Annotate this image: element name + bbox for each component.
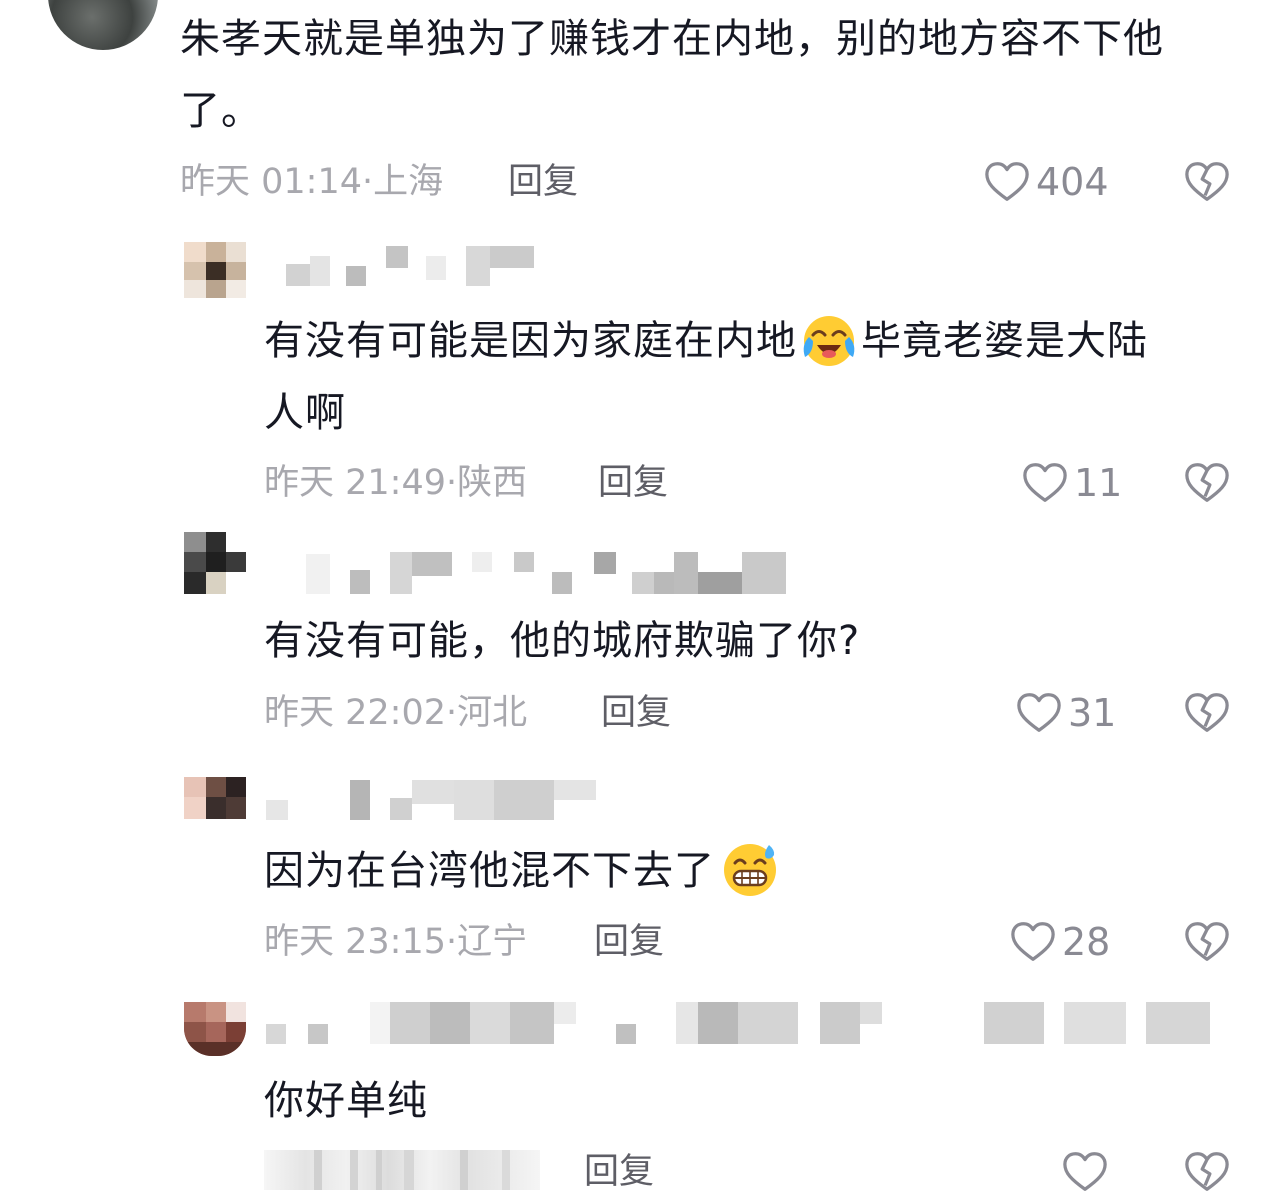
- username-redacted[interactable]: [306, 548, 786, 594]
- heart-outline-icon: [1063, 1152, 1107, 1191]
- comment-text: 有没有可能，他的城府欺骗了你?: [264, 618, 861, 664]
- comment-time: 昨天 23:15: [264, 922, 446, 962]
- like-button[interactable]: 31: [1016, 689, 1116, 737]
- comment-location: 河北: [457, 693, 528, 733]
- comment-meta: 昨天 21:49·陕西: [264, 463, 528, 503]
- comment-time: 昨天 01:14: [180, 162, 362, 202]
- comment-text: 朱孝天就是单独为了赚钱才在内地，别的地方容不下他: [180, 16, 1164, 62]
- grinning-sweat-emoji-icon: [724, 844, 776, 896]
- comment-text: 有没有可能是因为家庭在内地 毕竟老婆是大陆: [264, 306, 1148, 376]
- reply-button[interactable]: 回复: [508, 160, 578, 204]
- comment-time: 昨天 22:02: [264, 693, 446, 733]
- like-count: 11: [1074, 461, 1123, 505]
- like-button[interactable]: 11: [1022, 459, 1122, 507]
- comment-time: 昨天 21:49: [264, 463, 446, 503]
- comment-location: 陕西: [457, 463, 528, 503]
- like-count: 28: [1062, 920, 1111, 964]
- avatar[interactable]: [184, 777, 246, 819]
- broken-heart-icon[interactable]: [1184, 461, 1230, 505]
- heart-outline-icon: [1011, 922, 1055, 961]
- comment-location: 辽宁: [457, 922, 528, 962]
- reply-button[interactable]: 回复: [598, 461, 668, 505]
- heart-outline-icon: [1017, 693, 1061, 732]
- broken-heart-icon[interactable]: [1184, 691, 1230, 735]
- avatar[interactable]: [184, 532, 246, 594]
- reply-button[interactable]: 回复: [601, 691, 671, 735]
- avatar[interactable]: [184, 242, 246, 298]
- comment-text-continued: 了。: [180, 88, 262, 134]
- comment-location: 上海: [373, 162, 444, 202]
- broken-heart-icon[interactable]: [1184, 160, 1230, 204]
- comment-meta-redacted: [264, 1150, 540, 1190]
- comment-meta: 昨天 22:02·河北: [264, 693, 528, 733]
- like-button[interactable]: 404: [984, 158, 1109, 206]
- comment-text: 你好单纯: [264, 1078, 428, 1124]
- comment-text-continued: 人啊: [264, 390, 346, 436]
- like-button[interactable]: [1062, 1148, 1108, 1196]
- comment-meta: 昨天 01:14·上海: [180, 162, 444, 202]
- username-redacted[interactable]: [286, 246, 536, 286]
- like-count: 31: [1068, 691, 1117, 735]
- like-button[interactable]: 28: [1010, 918, 1110, 966]
- reply-button[interactable]: 回复: [584, 1150, 654, 1194]
- heart-outline-icon: [1023, 463, 1067, 502]
- comment-text: 因为在台湾他混不下去了: [264, 836, 781, 906]
- avatar[interactable]: [184, 1002, 246, 1056]
- username-redacted[interactable]: [266, 780, 596, 820]
- heart-outline-icon: [985, 162, 1029, 201]
- avatar[interactable]: [48, 0, 158, 50]
- crying-laughing-emoji-icon: [803, 316, 855, 366]
- comment-meta: 昨天 23:15·辽宁: [264, 922, 528, 962]
- broken-heart-icon[interactable]: [1184, 920, 1230, 964]
- broken-heart-icon[interactable]: [1184, 1150, 1230, 1194]
- like-count: 404: [1036, 160, 1109, 204]
- username-redacted[interactable]: [266, 1002, 1210, 1044]
- reply-button[interactable]: 回复: [594, 920, 664, 964]
